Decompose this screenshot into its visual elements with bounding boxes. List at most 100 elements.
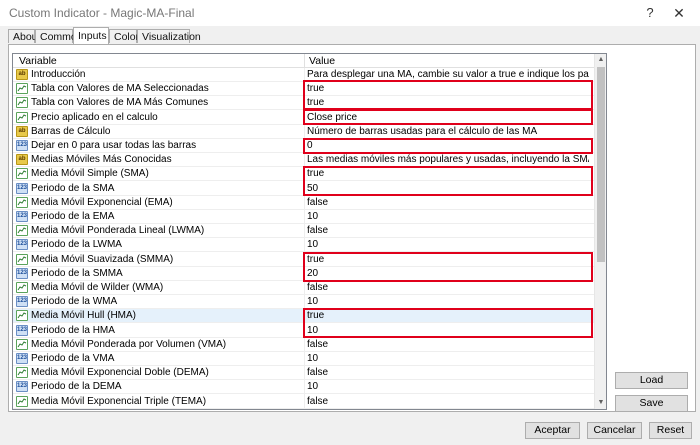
number-input-icon: 123 (16, 182, 28, 194)
table-row[interactable]: Precio aplicado en el calculo Close price (13, 111, 594, 125)
variable-value[interactable]: true (307, 83, 589, 94)
variable-value[interactable]: false (307, 225, 589, 236)
variable-value[interactable]: Las medias móviles más populares y usada… (307, 154, 589, 165)
help-button[interactable]: ? (640, 3, 660, 23)
scroll-thumb[interactable] (597, 67, 605, 262)
table-row[interactable]: 123 Periodo de la HMA 10 (13, 324, 594, 338)
moving-average-icon (16, 97, 28, 109)
table-row[interactable]: ab Introducción Para desplegar una MA, cam… (13, 68, 594, 82)
table-row[interactable]: Media Móvil Suavizada (SMMA) true (13, 253, 594, 267)
number-input-icon: 123 (16, 239, 28, 251)
table-row[interactable]: Media Móvil Hull (HMA) true (13, 309, 594, 324)
table-row[interactable]: Media Móvil Ponderada Lineal (LWMA) false (13, 224, 594, 239)
text-input-icon: ab (16, 154, 28, 166)
window-title: Custom Indicator - Magic-MA-Final (9, 6, 195, 20)
variable-name: Tabla con Valores de MA Seleccionadas (31, 83, 209, 95)
table-row[interactable]: Media Móvil Exponencial Doble (DEMA) fals… (13, 366, 594, 381)
accept-button[interactable]: Aceptar (525, 422, 580, 439)
table-row[interactable]: Media Móvil Ponderada por Volumen (VMA) f… (13, 338, 594, 352)
number-input-icon: 123 (16, 211, 28, 222)
variable-value[interactable]: false (307, 339, 589, 350)
table-row[interactable]: Media Móvil Simple (SMA) true (13, 167, 594, 182)
variable-value[interactable]: 10 (307, 325, 589, 336)
variable-value[interactable]: 10 (307, 211, 589, 222)
number-input-icon: 123 (16, 140, 28, 151)
text-input-icon: ab (16, 69, 28, 80)
variable-value[interactable]: false (307, 197, 589, 208)
vertical-scrollbar[interactable]: ▲ ▼ (594, 54, 606, 409)
variable-value[interactable]: true (307, 254, 589, 265)
table-row[interactable]: ab Medias Móviles Más Conocidas Las medias… (13, 153, 594, 168)
variable-value[interactable]: 0 (307, 140, 589, 151)
table-row[interactable]: 123 Periodo de la LWMA 10 (13, 238, 594, 253)
save-button[interactable]: Save (615, 395, 688, 412)
variable-value[interactable]: true (307, 310, 589, 321)
variable-name: Periodo de la SMMA (31, 267, 123, 279)
table-row[interactable]: Tabla con Valores de MA Seleccionadas tru… (13, 82, 594, 97)
number-input-icon: 123 (16, 267, 28, 279)
variable-name: Periodo de la VMA (31, 353, 115, 364)
grid-header: Variable Value (13, 54, 594, 68)
variable-name: Media Móvil Exponencial Doble (DEMA) (31, 367, 209, 379)
variable-value[interactable]: Número de barras usadas para el cálculo … (307, 126, 589, 137)
number-input-icon: 123 (16, 353, 28, 364)
table-row[interactable]: ab Barras de Cálculo Número de barras usad… (13, 125, 594, 139)
variable-value[interactable]: false (307, 367, 589, 378)
table-row[interactable]: Media Móvil Exponencial Triple (TEMA) fal… (13, 395, 594, 409)
variable-value[interactable]: Close price (307, 112, 589, 123)
load-button[interactable]: Load (615, 372, 688, 389)
reset-button[interactable]: Reset (649, 422, 692, 439)
number-input-icon: 123 (16, 296, 28, 308)
tab-visualization[interactable]: Visualization (137, 29, 201, 43)
close-button[interactable]: ✕ (666, 3, 692, 23)
table-row[interactable]: 123 Dejar en 0 para usar todas las barras… (13, 139, 594, 153)
variable-value[interactable]: true (307, 97, 589, 108)
table-row[interactable]: Media Móvil de Wilder (WMA) false (13, 281, 594, 295)
variable-name: Introducción (31, 69, 86, 80)
variable-name: Media Móvil Exponencial (EMA) (31, 196, 173, 208)
scroll-up-arrow-icon[interactable]: ▲ (595, 54, 606, 66)
table-row[interactable]: 123 Periodo de la WMA 10 (13, 295, 594, 310)
variable-value[interactable]: 10 (307, 296, 589, 307)
variable-value[interactable]: 10 (307, 381, 589, 392)
moving-average-icon (16, 282, 28, 293)
cancel-button[interactable]: Cancelar (587, 422, 642, 439)
variable-name: Tabla con Valores de MA Más Comunes (31, 97, 209, 109)
variable-name: Periodo de la HMA (31, 324, 115, 336)
tab-colors[interactable]: Colors (109, 29, 144, 43)
variable-value[interactable]: 10 (307, 239, 589, 250)
variable-name: Media Móvil Ponderada Lineal (LWMA) (31, 225, 205, 237)
grid-rows: ab Introducción Para desplegar una MA, cam… (13, 68, 594, 409)
table-row[interactable]: Media Móvil Exponencial (EMA) false (13, 196, 594, 210)
column-header-value[interactable]: Value (309, 55, 335, 67)
variable-name: Media Móvil Suavizada (SMMA) (31, 253, 174, 265)
scroll-down-arrow-icon[interactable]: ▼ (595, 397, 606, 409)
variable-value[interactable]: 10 (307, 353, 589, 364)
column-header-variable[interactable]: Variable (19, 55, 57, 67)
variable-value[interactable]: Para desplegar una MA, cambie su valor a… (307, 69, 589, 80)
text-input-icon: ab (16, 125, 28, 137)
moving-average-icon (16, 338, 28, 350)
variable-name: Periodo de la LWMA (31, 239, 122, 251)
variable-value[interactable]: 50 (307, 183, 589, 194)
variable-name: Media Móvil Hull (HMA) (31, 310, 137, 322)
variable-value[interactable]: false (307, 282, 589, 293)
tab-about[interactable]: About (8, 29, 40, 43)
table-row[interactable]: 123 Periodo de la SMA 50 (13, 182, 594, 196)
variable-value[interactable]: 20 (307, 268, 589, 279)
variable-name: Media Móvil Simple (SMA) (31, 168, 149, 180)
table-row[interactable]: 123 Periodo de la SMMA 20 (13, 267, 594, 281)
tab-inputs[interactable]: Inputs (73, 27, 109, 44)
table-row[interactable]: 123 Periodo de la VMA 10 (13, 352, 594, 366)
number-input-icon: 123 (16, 381, 28, 393)
variable-value[interactable]: false (307, 396, 589, 407)
column-divider (304, 54, 305, 67)
variable-value[interactable]: true (307, 168, 589, 179)
variable-name: Dejar en 0 para usar todas las barras (31, 140, 197, 151)
table-row[interactable]: 123 Periodo de la EMA 10 (13, 210, 594, 224)
tab-common[interactable]: Common (35, 29, 83, 43)
moving-average-icon (16, 168, 28, 180)
moving-average-icon (16, 367, 28, 379)
table-row[interactable]: Tabla con Valores de MA Más Comunes true (13, 96, 594, 111)
table-row[interactable]: 123 Periodo de la DEMA 10 (13, 380, 594, 395)
